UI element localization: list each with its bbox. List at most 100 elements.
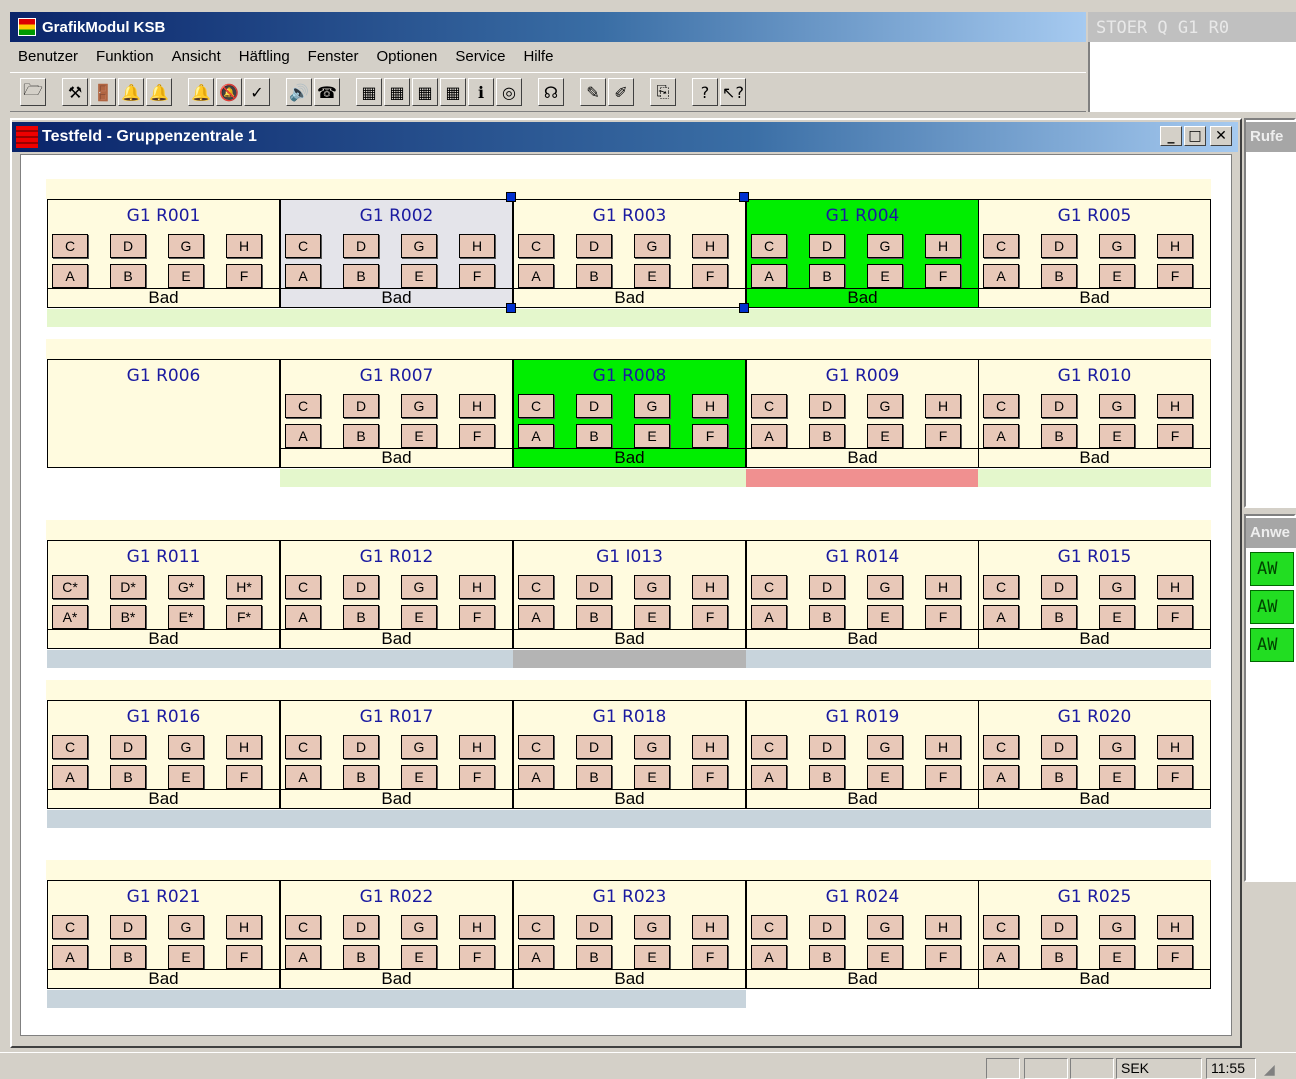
room-cell[interactable]: G1 R010 C A D B G E H F Bad (978, 359, 1211, 468)
bed-button[interactable]: F (925, 264, 961, 288)
room-cell[interactable]: G1 R020 C A D B G E H F Bad (978, 700, 1211, 809)
bed-button[interactable]: C* (52, 575, 88, 599)
bed-button[interactable]: G (401, 735, 437, 759)
bed-button[interactable]: B (343, 264, 379, 288)
bed-button[interactable]: A (285, 765, 321, 789)
bed-button[interactable]: A (983, 945, 1019, 969)
bathroom-label[interactable]: Bad (281, 969, 512, 989)
menu-service[interactable]: Service (455, 48, 505, 65)
bathroom-label[interactable]: Bad (979, 789, 1210, 809)
bed-button[interactable]: G (1099, 915, 1135, 939)
bell-gray-icon[interactable]: 🔕 (216, 78, 242, 106)
bed-button[interactable]: F (692, 765, 728, 789)
bed-button[interactable]: B (343, 424, 379, 448)
bed-button[interactable]: A (983, 264, 1019, 288)
bed-button[interactable]: C (518, 234, 554, 258)
bed-button[interactable]: F (459, 765, 495, 789)
menu-optionen[interactable]: Optionen (377, 48, 438, 65)
bathroom-label[interactable]: Bad (747, 448, 978, 468)
room-cell[interactable]: G1 R015 C A D B G E H F Bad (978, 540, 1211, 649)
bed-button[interactable]: E (867, 424, 903, 448)
calc-red-icon[interactable]: ▦ (356, 78, 382, 106)
bed-button[interactable]: C (983, 234, 1019, 258)
bathroom-label[interactable]: Bad (281, 789, 512, 809)
pen2-icon[interactable]: ✐ (608, 78, 634, 106)
bed-button[interactable]: D (576, 234, 612, 258)
app-title-bar[interactable]: GrafikModul KSB (10, 12, 1086, 42)
menu-benutzer[interactable]: Benutzer (18, 48, 78, 65)
bed-button[interactable]: F (1157, 765, 1193, 789)
maximize-button[interactable]: □ (1184, 126, 1206, 146)
bed-button[interactable]: G (867, 915, 903, 939)
bed-button[interactable]: C (52, 234, 88, 258)
bed-button[interactable]: A (518, 765, 554, 789)
presence-item[interactable]: AW (1250, 628, 1294, 662)
bed-button[interactable]: F (925, 765, 961, 789)
bathroom-label[interactable]: Bad (979, 448, 1210, 468)
bathroom-label[interactable]: Bad (747, 789, 978, 809)
bed-button[interactable]: B (1041, 945, 1077, 969)
bed-button[interactable]: H (459, 735, 495, 759)
bed-button[interactable]: D (343, 735, 379, 759)
bed-button[interactable]: C (751, 575, 787, 599)
bed-button[interactable]: E (867, 765, 903, 789)
bed-button[interactable]: F (925, 945, 961, 969)
bed-button[interactable]: E (401, 765, 437, 789)
bed-button[interactable]: D (110, 915, 146, 939)
bed-button[interactable]: D (343, 575, 379, 599)
bed-button[interactable]: G (1099, 234, 1135, 258)
bed-button[interactable]: G (634, 394, 670, 418)
bed-button[interactable]: A (983, 605, 1019, 629)
bed-button[interactable]: F (1157, 264, 1193, 288)
bed-button[interactable]: E (168, 765, 204, 789)
bed-button[interactable]: H (1157, 394, 1193, 418)
bed-button[interactable]: C (751, 915, 787, 939)
bed-button[interactable]: H (692, 394, 728, 418)
room-cell[interactable]: G1 R014 C A D B G E H F Bad (746, 540, 979, 649)
bed-button[interactable]: A (518, 605, 554, 629)
selection-handle[interactable] (506, 192, 516, 202)
bed-button[interactable]: F (459, 424, 495, 448)
bed-button[interactable]: D (809, 735, 845, 759)
bed-button[interactable]: A (518, 424, 554, 448)
bed-button[interactable]: G (168, 735, 204, 759)
bed-button[interactable]: C (751, 394, 787, 418)
room-cell[interactable]: G1 R003 C A D B G E H F Bad (513, 199, 746, 308)
room-cell[interactable]: G1 R017 C A D B G E H F Bad (280, 700, 513, 809)
room-cell[interactable]: G1 R004 C A D B G E H F Bad (746, 199, 979, 308)
bed-button[interactable]: B (809, 945, 845, 969)
bathroom-label[interactable]: Bad (48, 629, 279, 649)
bathroom-label[interactable]: Bad (514, 789, 745, 809)
bed-button[interactable]: A (751, 264, 787, 288)
bed-button[interactable]: G (401, 575, 437, 599)
bed-button[interactable]: F (459, 264, 495, 288)
pen-icon[interactable]: ✎ (580, 78, 606, 106)
bed-button[interactable]: C (518, 735, 554, 759)
bed-button[interactable]: C (983, 915, 1019, 939)
bed-button[interactable]: F (692, 424, 728, 448)
room-cell[interactable]: G1 R021 C A D B G E H F Bad (47, 880, 280, 989)
bed-button[interactable]: E (401, 945, 437, 969)
bed-button[interactable]: C (285, 394, 321, 418)
bed-button[interactable]: F (692, 605, 728, 629)
bed-button[interactable]: A (518, 945, 554, 969)
calc-green-icon[interactable]: ▦ (412, 78, 438, 106)
window-title-bar[interactable]: Testfeld - Gruppenzentrale 1 (12, 122, 1238, 152)
menu-funktion[interactable]: Funktion (96, 48, 154, 65)
bed-button[interactable]: E (1099, 264, 1135, 288)
copy-icon[interactable]: ⎘ (650, 78, 676, 106)
bed-button[interactable]: B (809, 424, 845, 448)
room-cell[interactable]: G1 R016 C A D B G E H F Bad (47, 700, 280, 809)
bed-button[interactable]: F (1157, 424, 1193, 448)
phone-icon[interactable]: ☎ (314, 78, 340, 106)
bed-button[interactable]: E* (168, 605, 204, 629)
bed-button[interactable]: D (110, 735, 146, 759)
bell-green-icon[interactable]: 🔔 (146, 78, 172, 106)
whatis-icon[interactable]: ↖? (720, 78, 746, 106)
bed-button[interactable]: H (459, 915, 495, 939)
bathroom-label[interactable]: Bad (48, 969, 279, 989)
bed-button[interactable]: C (751, 735, 787, 759)
bed-button[interactable]: D (343, 234, 379, 258)
bed-button[interactable]: B (809, 765, 845, 789)
bed-button[interactable]: E (634, 424, 670, 448)
